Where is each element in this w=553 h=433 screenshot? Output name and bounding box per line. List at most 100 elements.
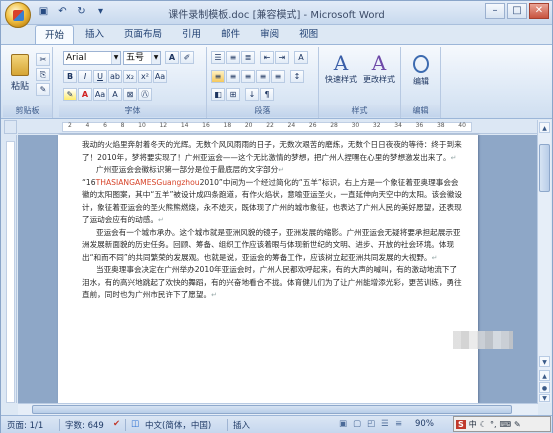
proofing-icon[interactable]: ✔ xyxy=(113,419,120,429)
view-draft-icon[interactable]: ≡ xyxy=(395,419,402,429)
minimize-button[interactable]: – xyxy=(485,3,505,19)
paragraph[interactable]: 当亚奥理事会决定在广州举办2010年亚运会时，广州人民都欢呼起来，有的大声的喊叫… xyxy=(82,264,462,302)
vertical-ruler[interactable] xyxy=(4,135,17,403)
font-color-icon[interactable]: A xyxy=(78,88,92,101)
office-button[interactable] xyxy=(5,2,31,28)
close-button[interactable]: ✕ xyxy=(529,3,549,19)
word-count[interactable]: 字数: 649 xyxy=(65,419,104,431)
enclose-char-icon[interactable]: ㊇ xyxy=(138,88,152,101)
moon-icon[interactable]: ☾ xyxy=(480,420,487,429)
scroll-up-icon[interactable]: ▲ xyxy=(539,122,550,133)
align-left-icon[interactable]: ≡ xyxy=(211,70,225,83)
align-center-icon[interactable]: ≡ xyxy=(226,70,240,83)
insert-mode[interactable]: 插入 xyxy=(233,419,250,431)
borders-icon[interactable]: ⊞ xyxy=(226,88,240,101)
superscript-button[interactable]: x² xyxy=(138,70,152,83)
editing-button[interactable]: 编辑 xyxy=(405,51,437,95)
scroll-thumb[interactable] xyxy=(539,144,550,192)
ruler-number: 14 xyxy=(180,122,189,129)
numbering-icon[interactable]: ≡ xyxy=(226,51,240,64)
editing-group: 编辑 编辑 xyxy=(401,47,441,118)
decrease-indent-icon[interactable]: ⇤ xyxy=(260,51,274,64)
zoom-level[interactable]: 90% xyxy=(415,419,434,429)
next-page-icon[interactable]: ▼ xyxy=(539,394,550,402)
maximize-button[interactable]: □ xyxy=(507,3,527,19)
tab-view[interactable]: 视图 xyxy=(290,25,327,44)
sort-icon[interactable]: ↓ xyxy=(245,88,259,101)
document-text[interactable]: 我动的火焰里奔射着冬天的光辉。无数个风风雨雨的日子，无数次艰苦的磨炼，无数个日日… xyxy=(82,139,462,302)
punctuation-icon[interactable]: °, xyxy=(490,420,497,429)
ruler-number: 6 xyxy=(103,122,107,129)
paste-button[interactable]: 粘贴 xyxy=(7,51,33,93)
ruler-number: 10 xyxy=(138,122,146,129)
tab-references[interactable]: 引用 xyxy=(173,25,210,44)
format-painter-icon[interactable]: ✎ xyxy=(36,83,50,96)
view-outline-icon[interactable]: ☰ xyxy=(381,419,389,429)
view-print-layout-icon[interactable]: ▣ xyxy=(339,419,347,429)
tab-home[interactable]: 开始 xyxy=(35,25,75,44)
cut-icon[interactable]: ✂ xyxy=(36,53,50,66)
ime-toolbar[interactable]: S 中 ☾ °, ⌨ ✎ xyxy=(453,416,551,432)
quick-styles-button[interactable]: A 快速样式 xyxy=(323,51,359,95)
copy-icon[interactable]: ⎘ xyxy=(36,68,50,81)
paragraph[interactable]: 广州亚运会会徽标识第一部分是位于最底层的文字部分↵ xyxy=(82,164,462,177)
font-name-combo[interactable]: Arial ▼ xyxy=(63,51,121,65)
ruler-tab-selector[interactable] xyxy=(4,120,17,134)
chinese-layout-icon[interactable]: A xyxy=(294,51,308,64)
ime-tool-icon[interactable]: ✎ xyxy=(514,420,521,429)
change-styles-button[interactable]: A 更改样式 xyxy=(361,51,397,95)
view-web-layout-icon[interactable]: ◰ xyxy=(367,419,375,429)
paragraph[interactable]: 我动的火焰里奔射着冬天的光辉。无数个风风雨雨的日子，无数次艰苦的磨炼，无数个日日… xyxy=(82,139,462,164)
hscroll-thumb[interactable] xyxy=(32,405,512,414)
browse-object-icon[interactable]: ● xyxy=(539,382,550,393)
document-area[interactable]: 我动的火焰里奔射着冬天的光辉。无数个风风雨雨的日子，无数次艰苦的磨炼，无数个日日… xyxy=(18,135,538,403)
italic-button[interactable]: I xyxy=(78,70,92,83)
scroll-down-icon[interactable]: ▼ xyxy=(539,356,550,367)
ime-logo-icon: S xyxy=(456,419,466,429)
line-spacing-icon[interactable]: ↕ xyxy=(290,70,304,83)
keyboard-icon[interactable]: ⌨ xyxy=(499,420,511,429)
align-right-icon[interactable]: ≡ xyxy=(241,70,255,83)
char-shading-icon[interactable]: A xyxy=(108,88,122,101)
tab-page-layout[interactable]: 页面布局 xyxy=(115,25,171,44)
underline-button[interactable]: U xyxy=(93,70,107,83)
shading-icon[interactable]: ◧ xyxy=(211,88,225,101)
view-full-screen-icon[interactable]: ▢ xyxy=(353,419,361,429)
title-bar: ▣ ↶ ↻ ▾ 课件录制模板.doc [兼容模式] - Microsoft Wo… xyxy=(1,1,552,28)
paragraph[interactable]: “16THASIANGAMESGuangzhou2010”中间为一个经过简化的“… xyxy=(82,177,462,227)
language-status[interactable]: 中文(简体，中国) xyxy=(145,419,211,431)
vertical-scrollbar[interactable]: ▲ ▼ ▲ ● ▼ xyxy=(537,120,551,403)
subscript-button[interactable]: x₂ xyxy=(123,70,137,83)
document-page[interactable]: 我动的火焰里奔射着冬天的光辉。无数个风风雨雨的日子，无数次艰苦的磨炼，无数个日日… xyxy=(58,135,478,403)
char-border-icon[interactable]: ⊠ xyxy=(123,88,137,101)
clear-format-icon[interactable]: ✐ xyxy=(180,51,194,64)
show-marks-icon[interactable]: ¶ xyxy=(260,88,274,101)
ruler-number: 8 xyxy=(120,122,125,129)
horizontal-ruler[interactable]: 2 4 6 8 10 12 14 16 18 20 22 24 26 28 30 32 34 36 38 40 xyxy=(18,120,538,134)
change-styles-icon: A xyxy=(371,51,387,75)
font-size-icon[interactable]: Aa xyxy=(93,88,107,101)
tab-review[interactable]: 审阅 xyxy=(251,25,288,44)
justify-icon[interactable]: ≡ xyxy=(256,70,270,83)
ruler-number: 30 xyxy=(351,122,360,129)
ime-mode[interactable]: 中 xyxy=(469,419,477,430)
grow-font-icon[interactable]: A xyxy=(165,51,179,64)
ruler-number: 36 xyxy=(415,122,424,129)
ribbon-tabs: 开始 插入 页面布局 引用 邮件 审阅 视图 xyxy=(35,25,327,44)
bold-button[interactable]: B xyxy=(63,70,77,83)
multilevel-list-icon[interactable]: ≣ xyxy=(241,51,255,64)
ruler-number: 26 xyxy=(308,122,317,129)
increase-indent-icon[interactable]: ⇥ xyxy=(275,51,289,64)
prev-page-icon[interactable]: ▲ xyxy=(539,370,550,381)
strikethrough-button[interactable]: ab xyxy=(108,70,122,83)
tab-insert[interactable]: 插入 xyxy=(76,25,113,44)
distributed-icon[interactable]: ≡ xyxy=(271,70,285,83)
page-count[interactable]: 页面: 1/1 xyxy=(7,419,43,431)
change-case-icon[interactable]: Aa xyxy=(153,70,167,83)
tab-mailings[interactable]: 邮件 xyxy=(212,25,249,44)
bullets-icon[interactable]: ☰ xyxy=(211,51,225,64)
paragraph[interactable]: 亚运会有一个城市承办。这个城市就是亚洲风貌的镜子，亚洲发展的缩影。广州亚运会无疑… xyxy=(82,227,462,265)
font-size-combo[interactable]: 五号 ▼ xyxy=(123,51,161,65)
highlight-icon[interactable]: ✎ xyxy=(63,88,77,101)
horizontal-scrollbar[interactable] xyxy=(18,403,538,415)
